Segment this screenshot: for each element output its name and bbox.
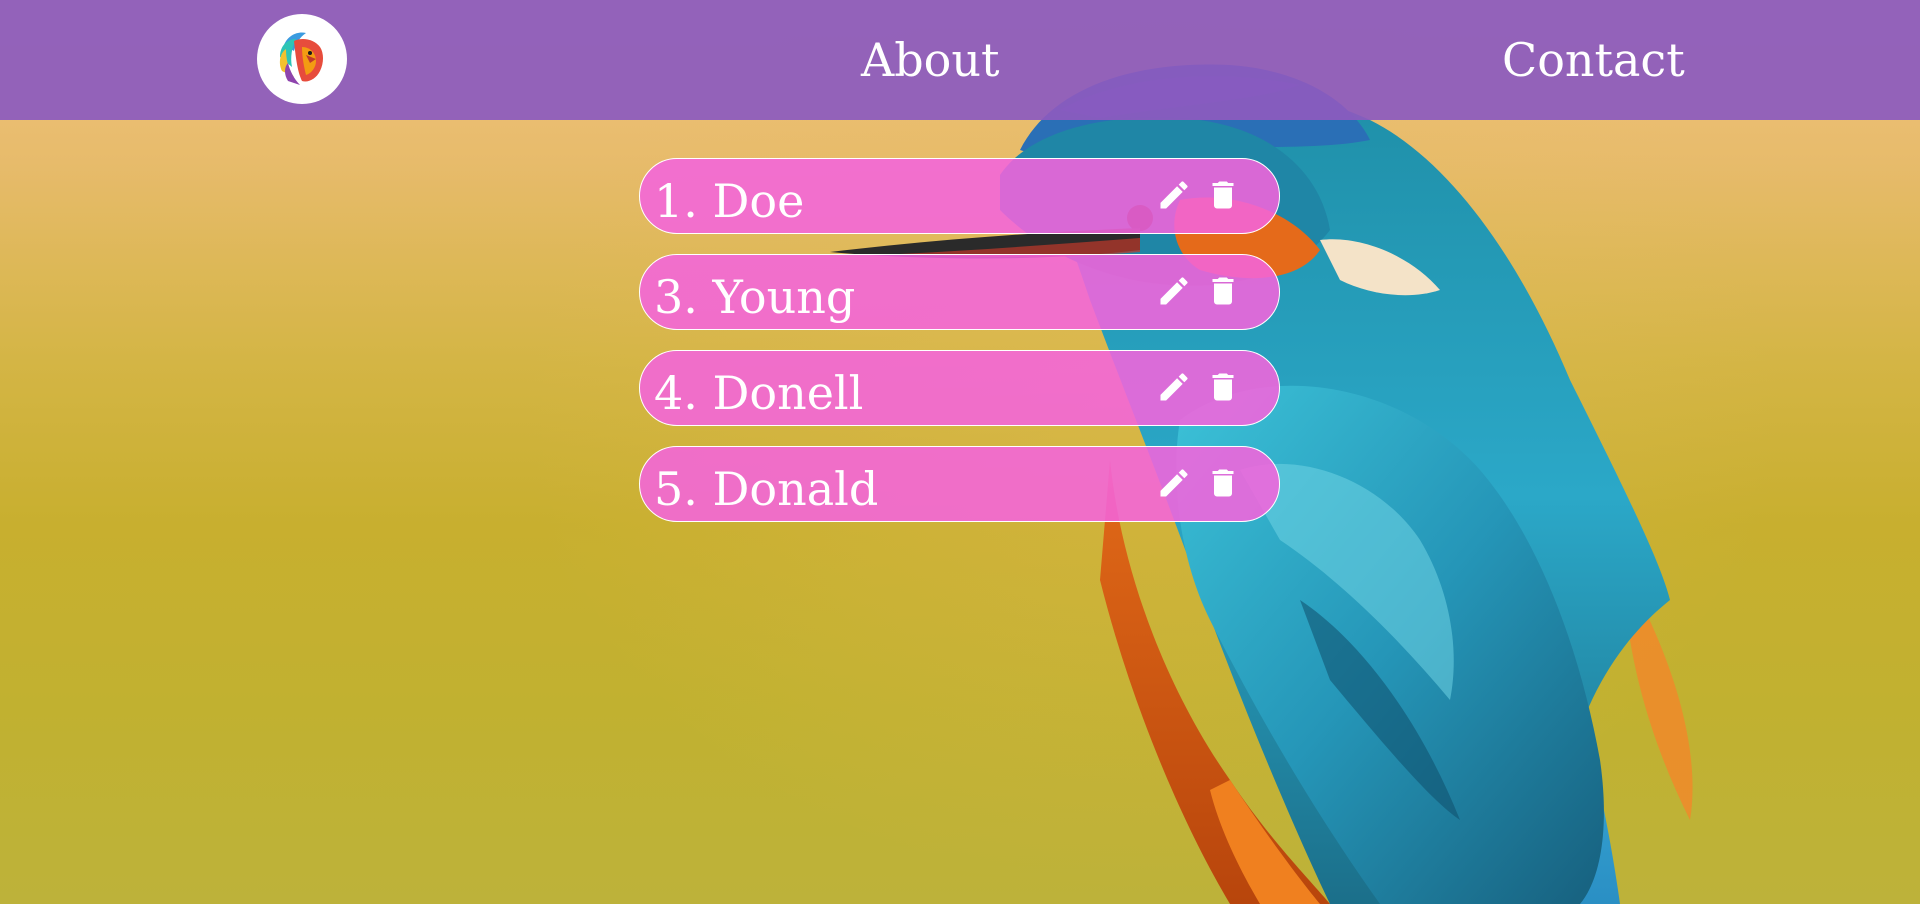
delete-button[interactable] xyxy=(1203,367,1243,407)
pencil-icon xyxy=(1160,277,1188,305)
pencil-icon xyxy=(1160,469,1188,497)
delete-button[interactable] xyxy=(1203,271,1243,311)
logo[interactable] xyxy=(257,14,347,104)
list-item-label: 4. Donell xyxy=(654,366,864,420)
edit-button[interactable] xyxy=(1154,367,1194,407)
trash-icon xyxy=(1212,181,1234,209)
list-item: 4. Donell xyxy=(639,350,1280,426)
trash-icon xyxy=(1212,373,1234,401)
delete-button[interactable] xyxy=(1203,175,1243,215)
list-item-label: 1. Doe xyxy=(654,174,805,228)
navbar: About Contact xyxy=(0,0,1920,120)
trash-icon xyxy=(1212,277,1234,305)
nav-link-contact[interactable]: Contact xyxy=(1502,28,1685,92)
pencil-icon xyxy=(1160,373,1188,401)
list-item: 5. Donald xyxy=(639,446,1280,522)
list-item: 1. Doe xyxy=(639,158,1280,234)
list-item: 3. Young xyxy=(639,254,1280,330)
page: About Contact 1. Doe 3. Young 4. Donell … xyxy=(0,0,1920,904)
list-item-label: 5. Donald xyxy=(654,462,879,516)
list-item-label: 3. Young xyxy=(654,270,856,324)
name-list: 1. Doe 3. Young 4. Donell 5. Donald xyxy=(639,158,1280,542)
nav-link-about[interactable]: About xyxy=(861,28,999,92)
edit-button[interactable] xyxy=(1154,175,1194,215)
delete-button[interactable] xyxy=(1203,463,1243,503)
edit-button[interactable] xyxy=(1154,463,1194,503)
lion-head-logo-icon xyxy=(279,32,323,85)
edit-button[interactable] xyxy=(1154,271,1194,311)
pencil-icon xyxy=(1160,181,1188,209)
trash-icon xyxy=(1212,469,1234,497)
